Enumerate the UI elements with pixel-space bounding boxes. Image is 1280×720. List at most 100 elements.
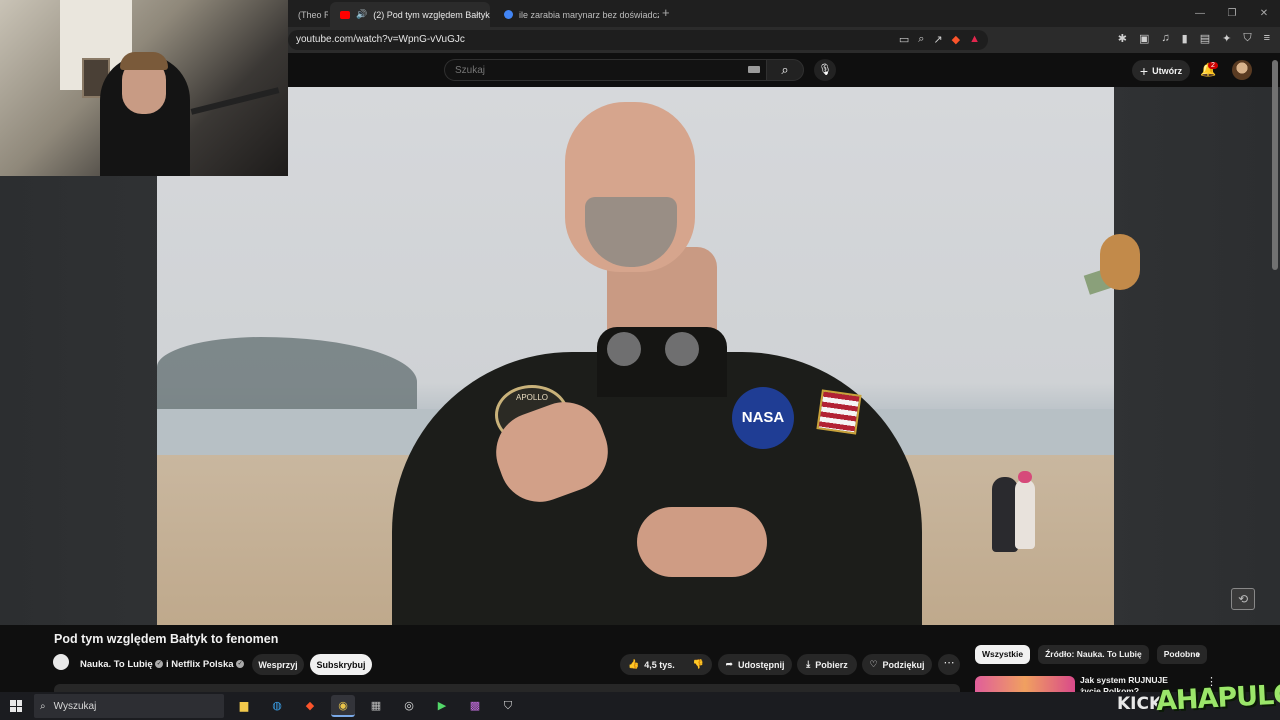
brave-rewards-icon[interactable]: ▲ xyxy=(969,33,980,46)
url-actions: ▭ ⌕ ↗ ◆ ▲ xyxy=(899,33,980,46)
streaming-app-icon[interactable]: ▩ xyxy=(463,695,487,717)
tab-title: (Theo R xyxy=(298,9,328,20)
chip-all[interactable]: Wszystkie xyxy=(975,645,1031,664)
support-button[interactable]: Wesprzyj xyxy=(252,654,304,675)
search-input[interactable] xyxy=(455,65,725,76)
shield-app-icon[interactable]: ⛉ xyxy=(496,695,520,717)
tab-title: (2) Pod tym względem Bałtyk xyxy=(373,9,490,20)
share-button[interactable]: ➦ Udostępnij xyxy=(718,654,792,675)
menu-icon[interactable]: ≡ xyxy=(1264,32,1270,45)
edge-icon[interactable]: ◍ xyxy=(265,695,289,717)
create-label: Utwórz xyxy=(1152,65,1183,76)
channel-avatar[interactable] xyxy=(53,654,69,670)
webcam-overlay xyxy=(0,0,288,176)
more-actions-icon[interactable]: ⋯ xyxy=(938,654,960,675)
presenter-hand-right xyxy=(637,507,767,577)
tab-google-search[interactable]: ile zarabia marynarz bez doświadczen xyxy=(494,2,659,27)
support-label: Wesprzyj xyxy=(258,659,298,670)
chip-source[interactable]: Źródło: Nauka. To Lubię xyxy=(1038,645,1149,664)
scene-walker-hat xyxy=(1018,471,1032,483)
search-button[interactable]: ⌕ xyxy=(766,59,804,81)
verified-icon: ✓ xyxy=(236,660,245,669)
share-icon: ➦ xyxy=(725,659,734,669)
notification-badge: 2 xyxy=(1208,62,1218,69)
tab-youtube-video[interactable]: 🔊 (2) Pod tym względem Bałtyk ✕ xyxy=(330,2,490,27)
subscribe-label: Subskrybuj xyxy=(316,659,366,670)
voice-search-icon[interactable]: 🎙 xyxy=(814,59,836,81)
keyboard-icon[interactable] xyxy=(748,66,760,73)
video-title: Pod tym względem Bałtyk to fenomen xyxy=(54,632,279,646)
plus-icon: + xyxy=(1139,62,1149,79)
like-icon[interactable]: 👍 xyxy=(628,659,639,670)
obs-icon[interactable]: ◎ xyxy=(397,695,421,717)
minimize-icon[interactable]: — xyxy=(1184,0,1216,27)
close-window-icon[interactable]: ✕ xyxy=(1248,0,1280,27)
webcam-streamer-hair xyxy=(120,52,168,70)
search-icon: ⌕ xyxy=(40,700,46,712)
extension-toolbar: ✱ ▣ ♫ ▮ ▤ ✦ ⛉ ≡ xyxy=(1118,32,1270,45)
google-favicon-icon xyxy=(504,10,513,19)
us-flag-patch xyxy=(816,389,862,435)
brave-shield-icon[interactable]: ◆ xyxy=(952,33,960,46)
share-label: Udostępnij xyxy=(738,659,785,670)
scene-walker-light xyxy=(1015,471,1035,549)
zoom-icon[interactable]: ⌕ xyxy=(918,33,924,46)
taskbar-apps: ▆ ◍ ◆ ◉ ▦ ◎ ▶ ▩ ⛉ xyxy=(232,695,520,717)
wallet-icon[interactable]: ▤ xyxy=(1200,32,1210,45)
app-icon[interactable]: ▦ xyxy=(364,695,388,717)
tab-theo[interactable]: (Theo R xyxy=(288,2,328,27)
chrome-icon[interactable]: ◉ xyxy=(331,695,355,717)
collab-prefix: i xyxy=(165,659,169,670)
tab-title: ile zarabia marynarz bez doświadczen xyxy=(519,9,659,20)
windows-start-icon[interactable] xyxy=(10,700,22,712)
extensions-icon[interactable]: ✱ xyxy=(1118,32,1127,45)
like-dislike-group: 👍 4,5 tys. 👎 xyxy=(620,654,712,675)
lapel-mic-right xyxy=(665,332,699,366)
youtube-favicon-icon xyxy=(340,10,350,19)
url-text: youtube.com/watch?v=WpnG-vVuGJc xyxy=(296,34,465,45)
video-player[interactable]: APOLLO NASA xyxy=(157,87,1114,625)
channel-names: Nauka. To Lubię ✓ i Netflix Polska ✓ xyxy=(80,659,245,670)
download-button[interactable]: ⤓ Pobierz xyxy=(797,654,857,675)
kick-app-icon[interactable]: ▶ xyxy=(430,695,454,717)
thanks-button[interactable]: ♡ Podziękuj xyxy=(862,654,932,675)
brave-icon[interactable]: ◆ xyxy=(298,695,322,717)
file-explorer-icon[interactable]: ▆ xyxy=(232,695,256,717)
vpn-icon[interactable]: ⛉ xyxy=(1243,32,1251,45)
music-icon[interactable]: ♫ xyxy=(1161,32,1169,45)
taskbar-search[interactable]: ⌕ Wyszukaj xyxy=(34,694,224,718)
user-avatar[interactable] xyxy=(1232,60,1252,80)
apollo-patch-text: APOLLO xyxy=(515,393,548,402)
new-tab-button[interactable]: + xyxy=(662,5,670,20)
download-label: Pobierz xyxy=(815,659,848,670)
verified-icon: ✓ xyxy=(155,660,164,669)
player-overlay-icon[interactable]: ⟲ xyxy=(1231,588,1255,610)
nasa-patch: NASA xyxy=(732,387,794,449)
window-controls: — ❐ ✕ xyxy=(1184,0,1280,27)
search-box[interactable] xyxy=(444,59,766,81)
url-field[interactable]: youtube.com/watch?v=WpnG-vVuGJc ▭ ⌕ ↗ ◆ … xyxy=(288,30,988,50)
thanks-label: Podziękuj xyxy=(882,659,925,670)
screenshot-icon[interactable]: ▣ xyxy=(1139,32,1149,45)
subscribe-button[interactable]: Subskrybuj xyxy=(310,654,372,675)
speaker-icon[interactable]: 🔊 xyxy=(356,9,367,20)
collab-channel-link[interactable]: Netflix Polska xyxy=(171,659,233,670)
page-scrollbar[interactable] xyxy=(1272,60,1278,270)
hamster-sticker xyxy=(1083,230,1144,298)
related-filter-chips: Wszystkie Źródło: Nauka. To Lubię Podobn… xyxy=(975,645,1208,664)
restore-icon[interactable]: ❐ xyxy=(1216,0,1248,27)
channel-link[interactable]: Nauka. To Lubię xyxy=(80,659,153,670)
thanks-icon: ♡ xyxy=(869,659,878,669)
sidebar-icon[interactable]: ▮ xyxy=(1182,32,1188,45)
create-button[interactable]: + Utwórz xyxy=(1132,60,1190,81)
cast-icon[interactable]: ▭ xyxy=(899,33,909,46)
webcam-mic-arm xyxy=(190,87,280,115)
like-count[interactable]: 4,5 tys. xyxy=(644,660,675,670)
dislike-icon[interactable]: 👎 xyxy=(693,659,704,670)
share-icon[interactable]: ↗ xyxy=(933,33,942,46)
chevron-right-icon[interactable]: › xyxy=(1196,647,1200,661)
leo-ai-icon[interactable]: ✦ xyxy=(1222,32,1231,45)
download-icon: ⤓ xyxy=(806,659,811,669)
taskbar-search-placeholder: Wyszukaj xyxy=(53,700,97,712)
hamster-body xyxy=(1100,234,1140,290)
